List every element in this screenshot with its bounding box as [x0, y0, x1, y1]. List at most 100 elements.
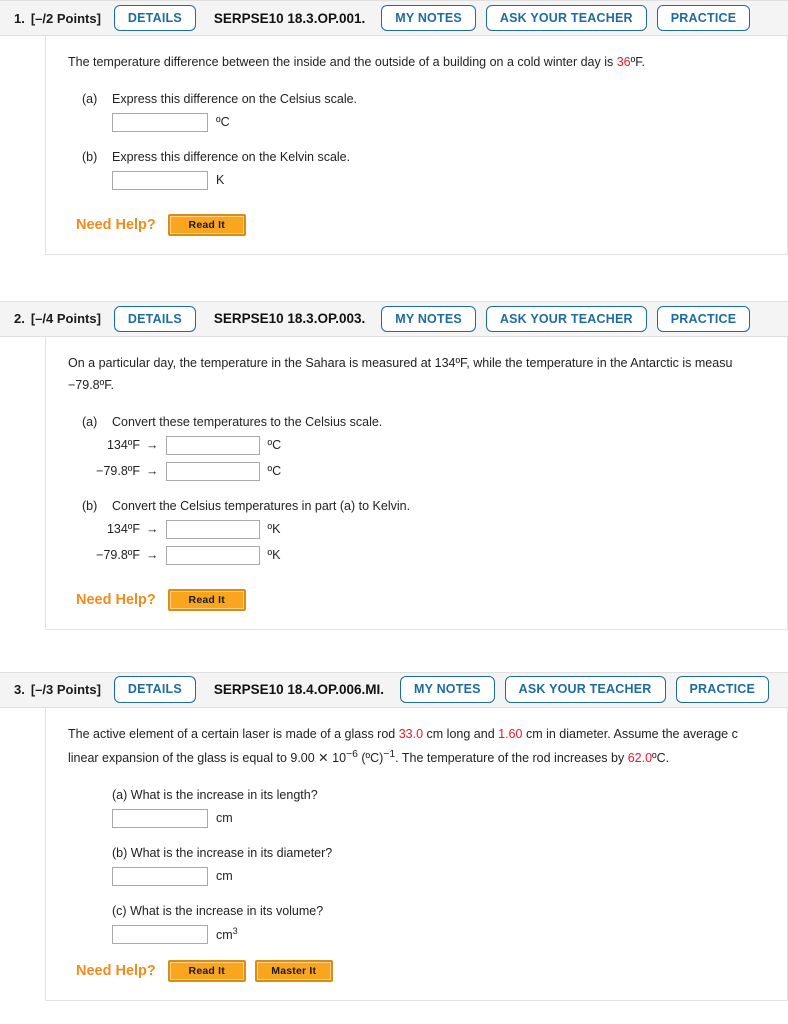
- practice-button-2[interactable]: PRACTICE: [656, 305, 751, 333]
- part-tag: (c): [112, 903, 127, 918]
- stem-text: . The temperature of the rod increases b…: [395, 750, 628, 765]
- question-stem-3-line1: The active element of a certain laser is…: [58, 724, 775, 746]
- question-points-1: [–/2 Points]: [30, 10, 101, 26]
- need-help-row-2: Need Help? Read It: [58, 588, 775, 611]
- answer-input-2b-1[interactable]: [165, 519, 260, 539]
- answer-input-3a[interactable]: [112, 808, 208, 828]
- part-text: Convert these temperatures to the Celsiu…: [112, 414, 383, 429]
- ask-your-teacher-button-1[interactable]: ASK YOUR TEACHER: [485, 4, 647, 32]
- my-notes-button-3[interactable]: MY NOTES: [399, 676, 495, 703]
- stem-exponent: −6: [346, 748, 358, 760]
- answer-unit: K: [216, 173, 225, 188]
- part-text: Convert the Celsius temperatures in part…: [112, 498, 411, 513]
- question-number-1: 1.: [14, 10, 25, 26]
- stem-highlight-value: 36: [616, 55, 631, 69]
- answer-unit: ºK: [267, 548, 281, 563]
- part-text: Express this difference on the Kelvin sc…: [112, 149, 351, 164]
- part-label-row: (c) What is the increase in its volume?: [112, 904, 775, 918]
- stem-text: The active element of a certain laser is…: [68, 726, 399, 741]
- part-text: What is the increase in its volume?: [130, 903, 324, 918]
- question-points-2: [–/4 Points]: [30, 311, 101, 327]
- answer-unit: cm3: [216, 926, 238, 942]
- arrow-icon: →: [146, 464, 159, 479]
- answer-row: −79.8ºF → ºC: [82, 461, 775, 481]
- question-stem-1: The temperature difference between the i…: [58, 52, 775, 74]
- question-body-2: On a particular day, the temperature in …: [45, 336, 788, 630]
- my-notes-button-1[interactable]: MY NOTES: [381, 4, 476, 32]
- stem-highlight-value: 62.0: [627, 750, 653, 765]
- part-tag: (b): [82, 149, 98, 164]
- question-code-1: SERPSE10 18.3.OP.001.: [213, 10, 366, 26]
- ask-your-teacher-button-3[interactable]: ASK YOUR TEACHER: [504, 676, 666, 703]
- question-part-3c: (c) What is the increase in its volume? …: [58, 904, 775, 944]
- question-part-3a: (a) What is the increase in its length? …: [58, 788, 775, 828]
- read-it-button-1[interactable]: Read It: [167, 213, 246, 236]
- question-part-1a: (a) Express this difference on the Celsi…: [58, 92, 775, 132]
- unit-exponent: 3: [232, 925, 238, 936]
- given-value: −79.8ºF: [96, 464, 140, 479]
- read-it-button-3[interactable]: Read It: [167, 959, 246, 982]
- question-stem-2-line1: On a particular day, the temperature in …: [68, 355, 733, 370]
- part-tag: (a): [82, 91, 98, 106]
- unit-text: cm: [216, 928, 233, 943]
- answer-row: K: [82, 170, 775, 190]
- ask-your-teacher-button-2[interactable]: ASK YOUR TEACHER: [485, 305, 647, 333]
- question-part-2a: (a) Convert these temperatures to the Ce…: [58, 415, 775, 481]
- question-body-1: The temperature difference between the i…: [45, 36, 788, 255]
- answer-unit: cm: [216, 869, 233, 884]
- need-help-label: Need Help?: [76, 591, 156, 608]
- stem-exponent: −1: [383, 748, 396, 760]
- part-label-row: (b) Convert the Celsius temperatures in …: [82, 499, 775, 513]
- arrow-icon: →: [146, 438, 159, 453]
- question-code-2: SERPSE10 18.3.OP.003.: [213, 311, 366, 327]
- master-it-button-3[interactable]: Master It: [254, 959, 333, 982]
- question-header-3: 3. [–/3 Points] DETAILS SERPSE10 18.4.OP…: [0, 671, 788, 708]
- answer-input-2b-2[interactable]: [165, 545, 260, 565]
- given-value: 134ºF: [106, 438, 140, 453]
- answer-unit: cm: [216, 811, 233, 826]
- my-notes-button-2[interactable]: MY NOTES: [381, 305, 476, 333]
- answer-input-1a[interactable]: [112, 112, 208, 132]
- practice-button-3[interactable]: PRACTICE: [675, 676, 770, 703]
- stem-highlight-value: 1.60: [498, 726, 523, 741]
- stem-text-post: ºF.: [630, 55, 645, 69]
- part-text: What is the increase in its diameter?: [130, 845, 333, 860]
- answer-row: cm3: [112, 924, 775, 944]
- question-code-3: SERPSE10 18.4.OP.006.MI.: [213, 682, 384, 698]
- part-label-row: (b) Express this difference on the Kelvi…: [82, 150, 775, 164]
- answer-input-2a-2[interactable]: [165, 461, 260, 481]
- part-tag: (a): [112, 787, 128, 802]
- details-button-2[interactable]: DETAILS: [113, 305, 196, 333]
- answer-input-2a-1[interactable]: [165, 435, 260, 455]
- question-part-3b: (b) What is the increase in its diameter…: [58, 846, 775, 886]
- question-number-3: 3.: [14, 682, 25, 698]
- answer-row: 134ºF → ºK: [82, 519, 775, 539]
- question-header-1: 1. [–/2 Points] DETAILS SERPSE10 18.3.OP…: [0, 0, 788, 36]
- question-stem-2-line2: −79.8ºF.: [68, 377, 114, 392]
- answer-row: ºC: [82, 112, 775, 132]
- practice-button-1[interactable]: PRACTICE: [656, 4, 751, 32]
- details-button-1[interactable]: DETAILS: [113, 4, 196, 32]
- stem-highlight-value: 33.0: [398, 726, 424, 741]
- answer-input-1b[interactable]: [112, 170, 208, 190]
- answer-input-3c[interactable]: [112, 924, 208, 944]
- read-it-button-2[interactable]: Read It: [167, 588, 246, 611]
- stem-text: linear expansion of the glass is equal t…: [68, 750, 347, 765]
- stem-text: ºC.: [652, 750, 670, 765]
- stem-text-pre: The temperature difference between the i…: [68, 55, 617, 69]
- need-help-row-1: Need Help? Read It: [58, 213, 775, 236]
- given-value: 134ºF: [106, 522, 140, 537]
- part-text: What is the increase in its length?: [130, 787, 318, 802]
- question-header-2: 2. [–/4 Points] DETAILS SERPSE10 18.3.OP…: [0, 300, 788, 337]
- question-part-2b: (b) Convert the Celsius temperatures in …: [58, 499, 775, 565]
- question-part-1b: (b) Express this difference on the Kelvi…: [58, 150, 775, 190]
- part-label-row: (a) What is the increase in its length?: [112, 788, 775, 802]
- details-button-3[interactable]: DETAILS: [113, 676, 196, 703]
- question-number-2: 2.: [14, 311, 25, 327]
- answer-row: cm: [112, 866, 775, 886]
- question-points-3: [–/3 Points]: [30, 682, 101, 698]
- answer-input-3b[interactable]: [112, 866, 208, 886]
- question-stem-3-line2: linear expansion of the glass is equal t…: [58, 746, 775, 770]
- question-spacer: [0, 630, 788, 672]
- part-tag: (b): [112, 845, 128, 860]
